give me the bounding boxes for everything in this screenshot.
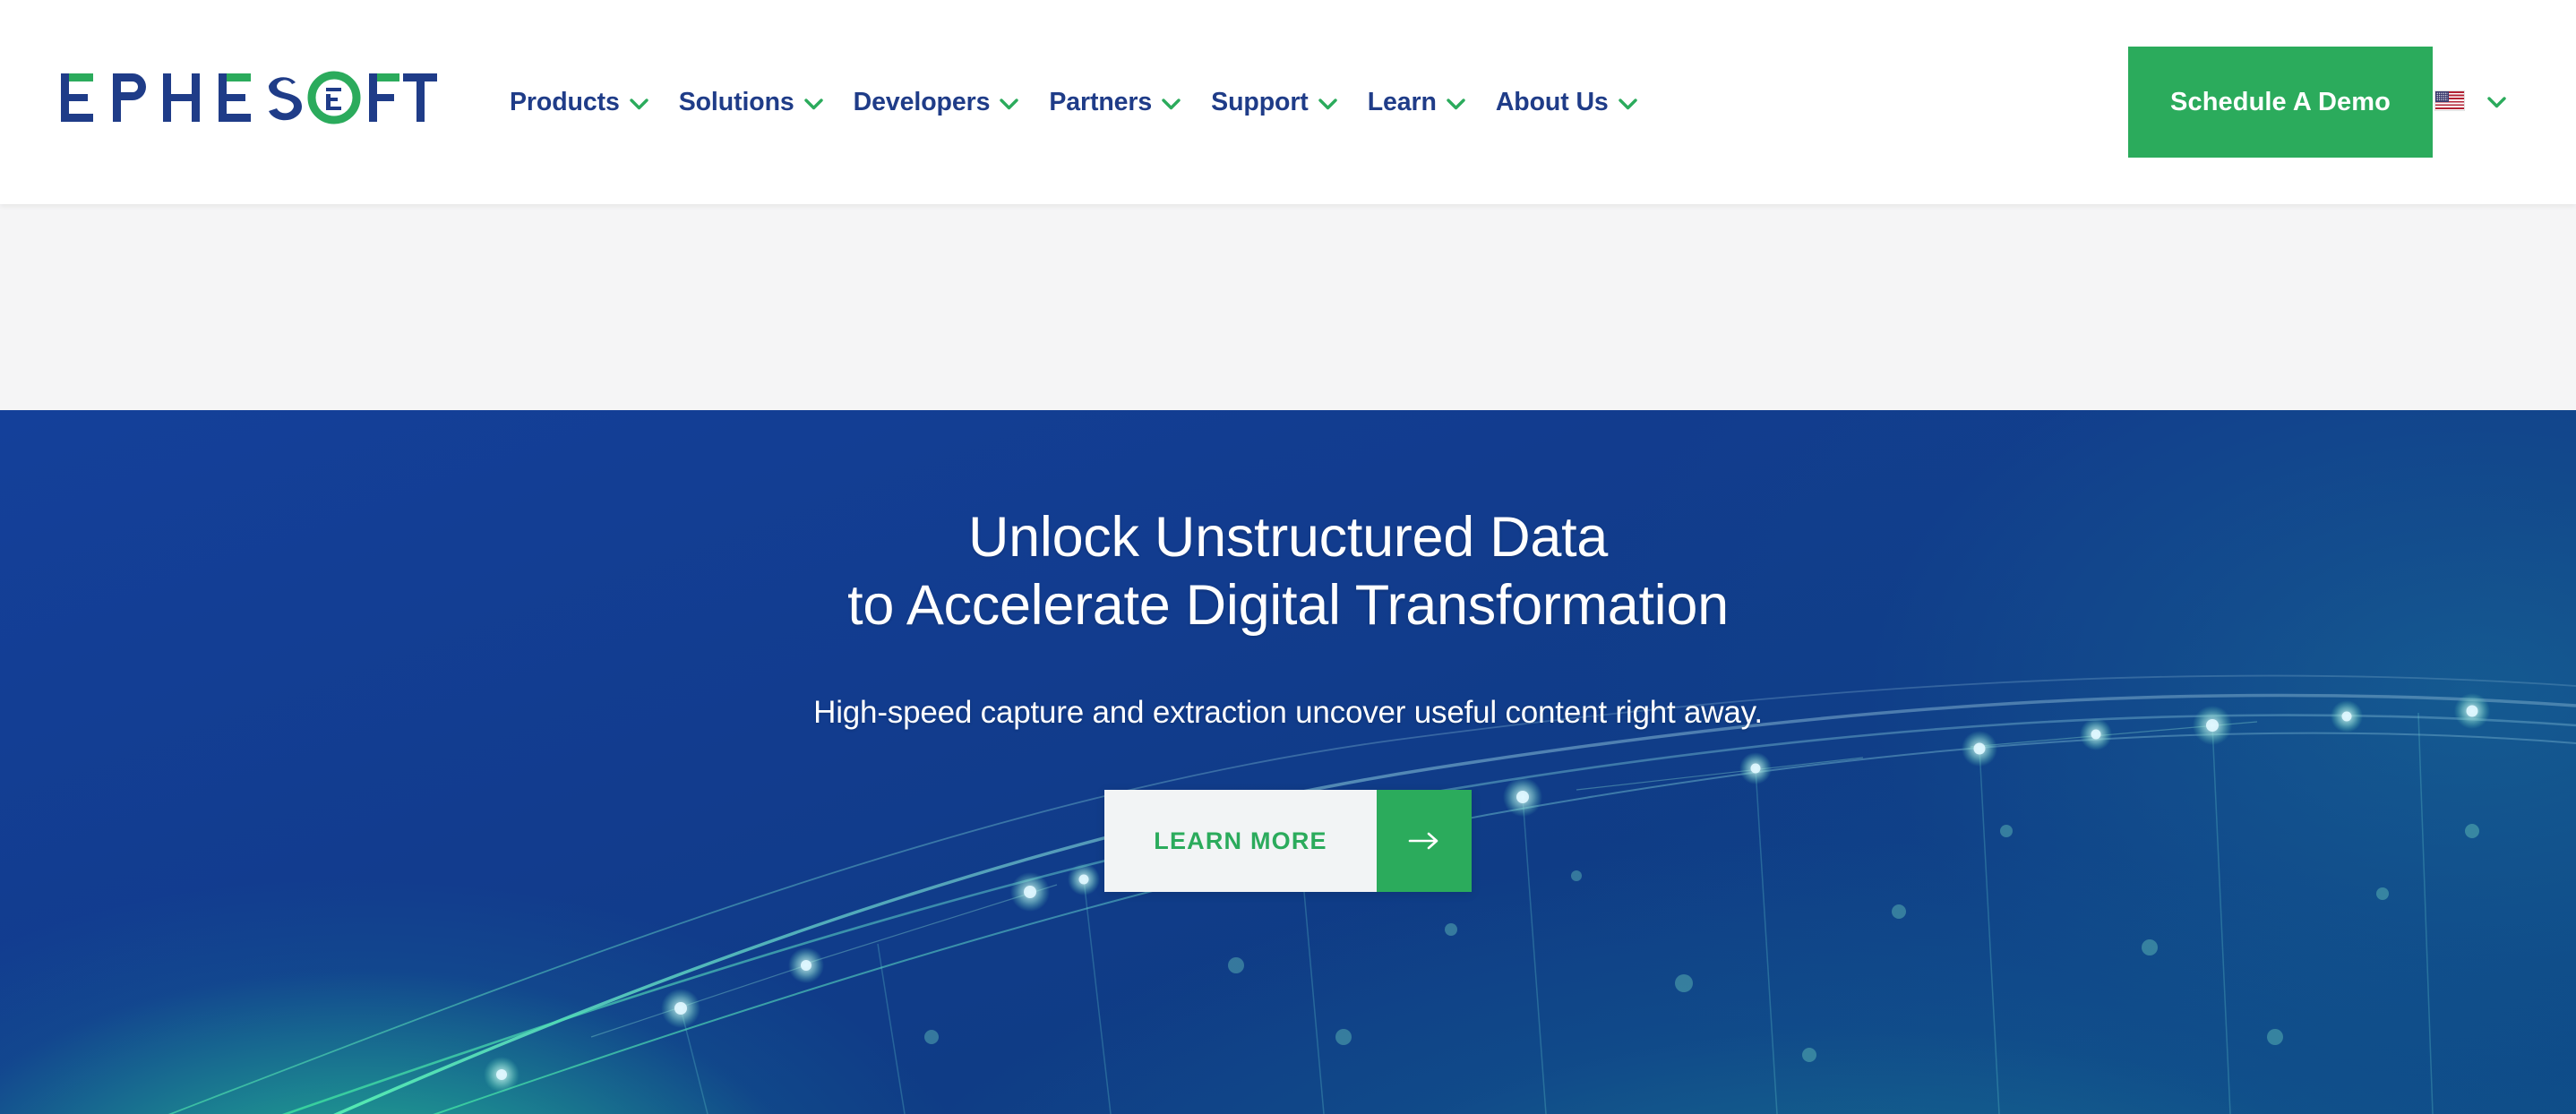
nav-item-label: About Us: [1495, 87, 1609, 116]
chevron-down-icon: [803, 98, 823, 110]
nav-item-developers[interactable]: Developers: [838, 0, 1035, 204]
nav-item-label: Partners: [1049, 87, 1153, 116]
nav-item-about-us[interactable]: About Us: [1481, 0, 1653, 204]
site-header: Products Solutions Developers Partners S: [0, 0, 2576, 204]
hero-title-line-2: to Accelerate Digital Transformation: [847, 574, 1729, 638]
nav-item-label: Support: [1211, 87, 1309, 116]
hero-content: Unlock Unstructured Data to Accelerate D…: [0, 410, 2576, 1114]
nav-item-products[interactable]: Products: [494, 0, 664, 204]
nav-item-label: Products: [510, 87, 620, 116]
learn-more-label-area[interactable]: LEARN MORE: [1104, 790, 1377, 893]
schedule-demo-label: Schedule A Demo: [2170, 87, 2391, 116]
ephesoft-logo-mark: [61, 71, 437, 124]
nav-item-solutions[interactable]: Solutions: [664, 0, 838, 204]
ephesoft-logo[interactable]: [61, 70, 437, 125]
chevron-down-icon: [1618, 98, 1637, 110]
nav-item-label: Developers: [853, 87, 991, 116]
nav-item-label: Learn: [1367, 87, 1437, 116]
chevron-down-icon: [1447, 98, 1465, 110]
nav-item-learn[interactable]: Learn: [1352, 0, 1481, 204]
schedule-demo-button[interactable]: Schedule A Demo: [2128, 47, 2433, 158]
learn-more-label: LEARN MORE: [1154, 827, 1327, 854]
hero-section: Unlock Unstructured Data to Accelerate D…: [0, 410, 2576, 1114]
learn-more-button[interactable]: LEARN MORE: [1104, 790, 1472, 893]
hero-title-line-1: Unlock Unstructured Data: [967, 506, 1609, 569]
nav-item-label: Solutions: [678, 87, 794, 116]
arrow-right-icon: [1406, 829, 1442, 853]
nav-item-support[interactable]: Support: [1196, 0, 1352, 204]
chevron-down-icon: [2487, 96, 2506, 108]
language-selector[interactable]: [2434, 82, 2506, 118]
chevron-down-icon: [1162, 98, 1181, 110]
hero-subtitle: High-speed capture and extraction uncove…: [813, 695, 1763, 731]
main-navigation: Products Solutions Developers Partners S: [494, 0, 1653, 204]
nav-item-partners[interactable]: Partners: [1034, 0, 1196, 204]
us-flag-icon: [2434, 90, 2465, 111]
chevron-down-icon: [630, 98, 648, 110]
hero-title: Unlock Unstructured Data to Accelerate D…: [847, 503, 1729, 639]
learn-more-arrow-area[interactable]: [1377, 790, 1472, 893]
content-spacer-band: [0, 204, 2576, 410]
chevron-down-icon: [1000, 98, 1019, 110]
chevron-down-icon: [1318, 98, 1337, 110]
